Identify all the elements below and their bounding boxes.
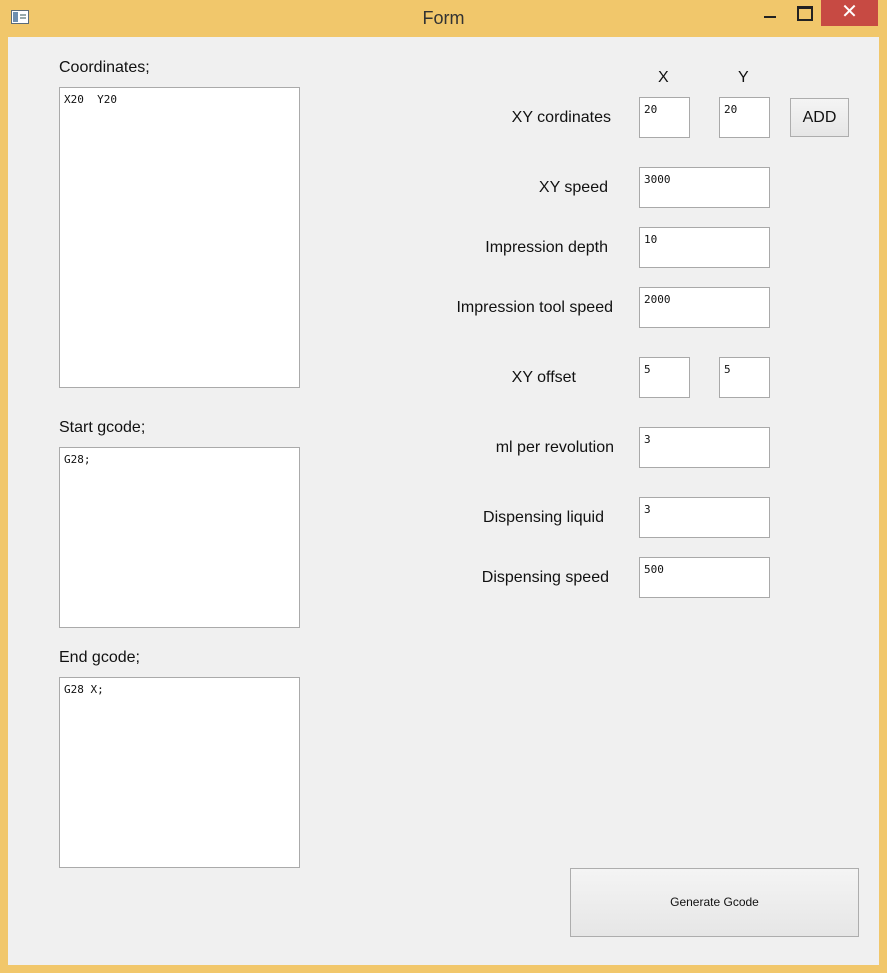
xy-speed-label: XY speed [538, 179, 608, 196]
impression-depth-input[interactable]: 10 [639, 227, 770, 268]
coordinates-label: Coordinates; [59, 59, 150, 76]
xy-speed-input[interactable]: 3000 [639, 167, 770, 208]
dispensing-liquid-input[interactable]: 3 [639, 497, 770, 538]
x-column-header: X [658, 69, 669, 86]
xy-cordinates-label: XY cordinates [511, 109, 611, 126]
generate-gcode-button[interactable]: Generate Gcode [570, 868, 859, 937]
form-client-area: Coordinates; X20 Y20 Start gcode; G28; E… [8, 37, 879, 965]
minimize-icon[interactable] [752, 0, 786, 26]
ml-per-revolution-input[interactable]: 3 [639, 427, 770, 468]
maximize-icon[interactable] [786, 0, 820, 26]
xy-x-input[interactable]: 20 [639, 97, 690, 138]
title-bar: Form ✕ [0, 0, 887, 37]
close-icon[interactable]: ✕ [821, 0, 878, 26]
dispensing-speed-label: Dispensing speed [481, 569, 609, 586]
add-button[interactable]: ADD [790, 98, 849, 137]
start-gcode-label: Start gcode; [59, 419, 146, 436]
dispensing-liquid-label: Dispensing liquid [483, 509, 604, 526]
xy-offset-y-input[interactable]: 5 [719, 357, 770, 398]
impression-depth-label: Impression depth [485, 239, 608, 256]
start-gcode-textarea[interactable]: G28; [59, 447, 300, 628]
end-gcode-label: End gcode; [59, 649, 140, 666]
impression-tool-speed-input[interactable]: 2000 [639, 287, 770, 328]
end-gcode-textarea[interactable]: G28 X; [59, 677, 300, 868]
impression-tool-speed-label: Impression tool speed [456, 299, 613, 316]
xy-offset-label: XY offset [511, 369, 576, 386]
dispensing-speed-input[interactable]: 500 [639, 557, 770, 598]
coordinates-textarea[interactable]: X20 Y20 [59, 87, 300, 388]
ml-per-revolution-label: ml per revolution [495, 439, 614, 456]
xy-offset-x-input[interactable]: 5 [639, 357, 690, 398]
xy-y-input[interactable]: 20 [719, 97, 770, 138]
y-column-header: Y [738, 69, 749, 86]
